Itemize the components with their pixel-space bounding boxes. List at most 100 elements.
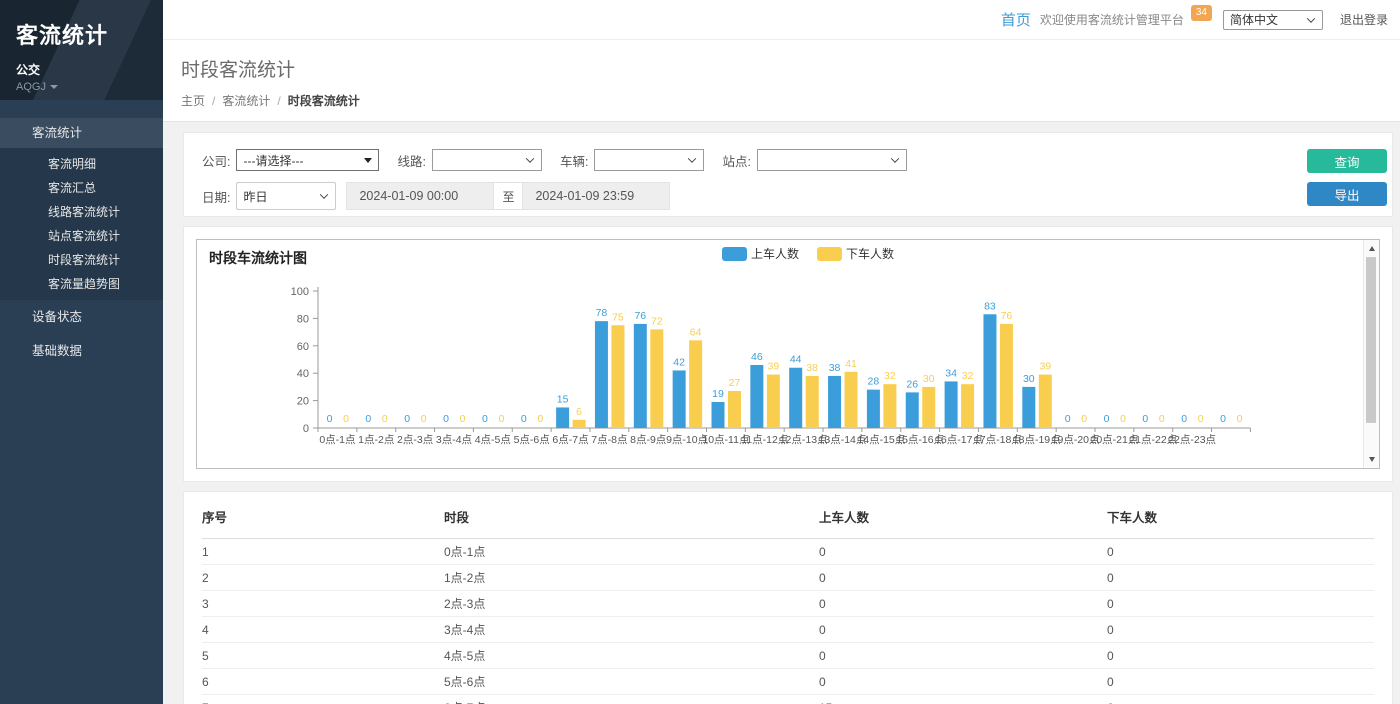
page-header: 时段客流统计 主页/客流统计/时段客流统计 xyxy=(163,40,1400,122)
sidebar-section-passenger-stats[interactable]: 客流统计 xyxy=(0,118,163,148)
svg-text:0: 0 xyxy=(327,413,333,425)
svg-text:4点-5点: 4点-5点 xyxy=(475,434,511,446)
table-cell: 4点-5点 xyxy=(444,643,819,669)
table-cell: 0 xyxy=(1107,617,1374,643)
brand-block: 客流统计 公交 AQGJ xyxy=(0,0,163,100)
svg-text:0: 0 xyxy=(303,423,309,435)
sidebar-submenu: 客流明细客流汇总线路客流统计站点客流统计时段客流统计客流量趋势图 xyxy=(0,148,163,300)
sidebar-subitem-active[interactable]: 时段客流统计 xyxy=(0,248,163,272)
svg-text:2点-3点: 2点-3点 xyxy=(397,434,433,446)
sidebar-item-base-data[interactable]: 基础数据 xyxy=(0,334,163,368)
sidebar-subitem[interactable]: 线路客流统计 xyxy=(0,200,163,224)
svg-text:0: 0 xyxy=(421,413,427,425)
date-preset-select[interactable]: 昨日 xyxy=(236,182,336,210)
chart-container: 时段车流统计图 020406080100000点-1点001点-2点002点-3… xyxy=(196,239,1380,469)
breadcrumb-passenger-stats[interactable]: 客流统计 xyxy=(222,94,270,108)
table-row: 10点-1点00 xyxy=(202,539,1374,565)
home-link[interactable]: 首页 xyxy=(1001,9,1031,30)
table-cell: 0 xyxy=(1107,591,1374,617)
table-cell: 0点-1点 xyxy=(444,539,819,565)
date-preset-value: 昨日 xyxy=(243,188,267,205)
svg-text:7点-8点: 7点-8点 xyxy=(591,434,627,446)
table-cell: 0 xyxy=(1107,565,1374,591)
svg-text:83: 83 xyxy=(984,300,996,312)
language-select[interactable]: 简体中文 xyxy=(1223,10,1323,30)
notification-badge: 34 xyxy=(1191,5,1212,21)
chart-vertical-scrollbar[interactable] xyxy=(1363,240,1379,468)
svg-text:0: 0 xyxy=(1104,413,1110,425)
language-select-value: 简体中文 xyxy=(1230,11,1278,28)
svg-text:40: 40 xyxy=(297,368,309,380)
table-cell: 0 xyxy=(819,591,1107,617)
sidebar-subitem[interactable]: 客流明细 xyxy=(0,152,163,176)
table-cell: 0 xyxy=(819,669,1107,695)
svg-text:下车人数: 下车人数 xyxy=(846,246,894,261)
table-cell: 6 xyxy=(202,669,444,695)
svg-text:76: 76 xyxy=(1001,310,1013,322)
date-to-input[interactable]: 2024-01-09 23:59 xyxy=(522,182,670,210)
scrollbar-down-arrow-icon[interactable] xyxy=(1364,452,1379,467)
station-label: 站点: xyxy=(722,151,750,170)
org-code-label: AQGJ xyxy=(16,81,46,93)
svg-text:5点-6点: 5点-6点 xyxy=(514,434,550,446)
svg-text:39: 39 xyxy=(768,361,780,373)
line-select[interactable] xyxy=(432,149,542,171)
svg-text:64: 64 xyxy=(690,326,702,338)
brand-title: 客流统计 xyxy=(16,18,163,50)
svg-text:0: 0 xyxy=(443,413,449,425)
svg-text:27: 27 xyxy=(729,377,741,389)
svg-text:8点-9点: 8点-9点 xyxy=(630,434,666,446)
scrollbar-thumb[interactable] xyxy=(1366,257,1376,423)
svg-text:0: 0 xyxy=(1065,413,1071,425)
svg-text:3点-4点: 3点-4点 xyxy=(436,434,472,446)
table-row: 43点-4点00 xyxy=(202,617,1374,643)
breadcrumb-current: 时段客流统计 xyxy=(288,94,360,108)
sidebar-subitem[interactable]: 站点客流统计 xyxy=(0,224,163,248)
date-label: 日期: xyxy=(202,187,230,206)
org-selector[interactable]: AQGJ xyxy=(16,81,163,93)
sidebar: 客流统计 公交 AQGJ 客流统计 客流明细客流汇总线路客流统计站点客流统计时段… xyxy=(0,0,163,704)
svg-text:32: 32 xyxy=(962,370,974,382)
caret-down-icon xyxy=(50,85,58,89)
company-select[interactable]: ---请选择--- xyxy=(236,149,379,171)
column-header: 上车人数 xyxy=(819,492,1107,539)
logout-link[interactable]: 退出登录 xyxy=(1340,11,1388,28)
sidebar-subitem[interactable]: 客流汇总 xyxy=(0,176,163,200)
breadcrumb-home[interactable]: 主页 xyxy=(181,94,205,108)
svg-text:72: 72 xyxy=(651,315,663,327)
time-slot-table: 序号时段上车人数下车人数 10点-1点0021点-2点0032点-3点0043点… xyxy=(202,492,1374,704)
date-from-input[interactable]: 2024-01-09 00:00 xyxy=(346,182,494,210)
table-cell: 0 xyxy=(1107,643,1374,669)
table-row: 76点-7点156 xyxy=(202,695,1374,704)
scrollbar-up-arrow-icon[interactable] xyxy=(1364,241,1379,256)
svg-text:0: 0 xyxy=(1081,413,1087,425)
company-label: 公司: xyxy=(202,151,230,170)
topbar: 首页 欢迎使用客流统计管理平台 34 简体中文 退出登录 xyxy=(163,0,1400,40)
svg-text:42: 42 xyxy=(673,356,685,368)
table-header-row: 序号时段上车人数下车人数 xyxy=(202,492,1374,539)
table-row: 54点-5点00 xyxy=(202,643,1374,669)
station-select[interactable] xyxy=(757,149,907,171)
svg-text:0: 0 xyxy=(1220,413,1226,425)
svg-text:78: 78 xyxy=(596,307,608,319)
org-name: 公交 xyxy=(16,61,163,78)
table-cell: 0 xyxy=(1107,539,1374,565)
svg-text:30: 30 xyxy=(1023,373,1035,385)
chart-panel: 时段车流统计图 020406080100000点-1点001点-2点002点-3… xyxy=(183,226,1393,482)
triangle-down-icon xyxy=(364,158,372,163)
export-button[interactable]: 导出 xyxy=(1307,182,1387,206)
breadcrumb: 主页/客流统计/时段客流统计 xyxy=(181,92,1400,109)
vehicle-select[interactable] xyxy=(594,149,704,171)
query-button[interactable]: 查询 xyxy=(1307,149,1387,173)
sidebar-subitem[interactable]: 客流量趋势图 xyxy=(0,272,163,296)
svg-text:0: 0 xyxy=(460,413,466,425)
breadcrumb-separator: / xyxy=(277,94,280,108)
company-select-value: ---请选择--- xyxy=(243,152,303,169)
sidebar-item-device-status[interactable]: 设备状态 xyxy=(0,300,163,334)
table-cell: 6点-7点 xyxy=(444,695,819,704)
table-row: 21点-2点00 xyxy=(202,565,1374,591)
table-cell: 2 xyxy=(202,565,444,591)
column-header: 时段 xyxy=(444,492,819,539)
content-area: 公司: ---请选择--- 线路: 车辆: 站点: xyxy=(163,122,1400,704)
chevron-down-icon xyxy=(891,154,899,162)
